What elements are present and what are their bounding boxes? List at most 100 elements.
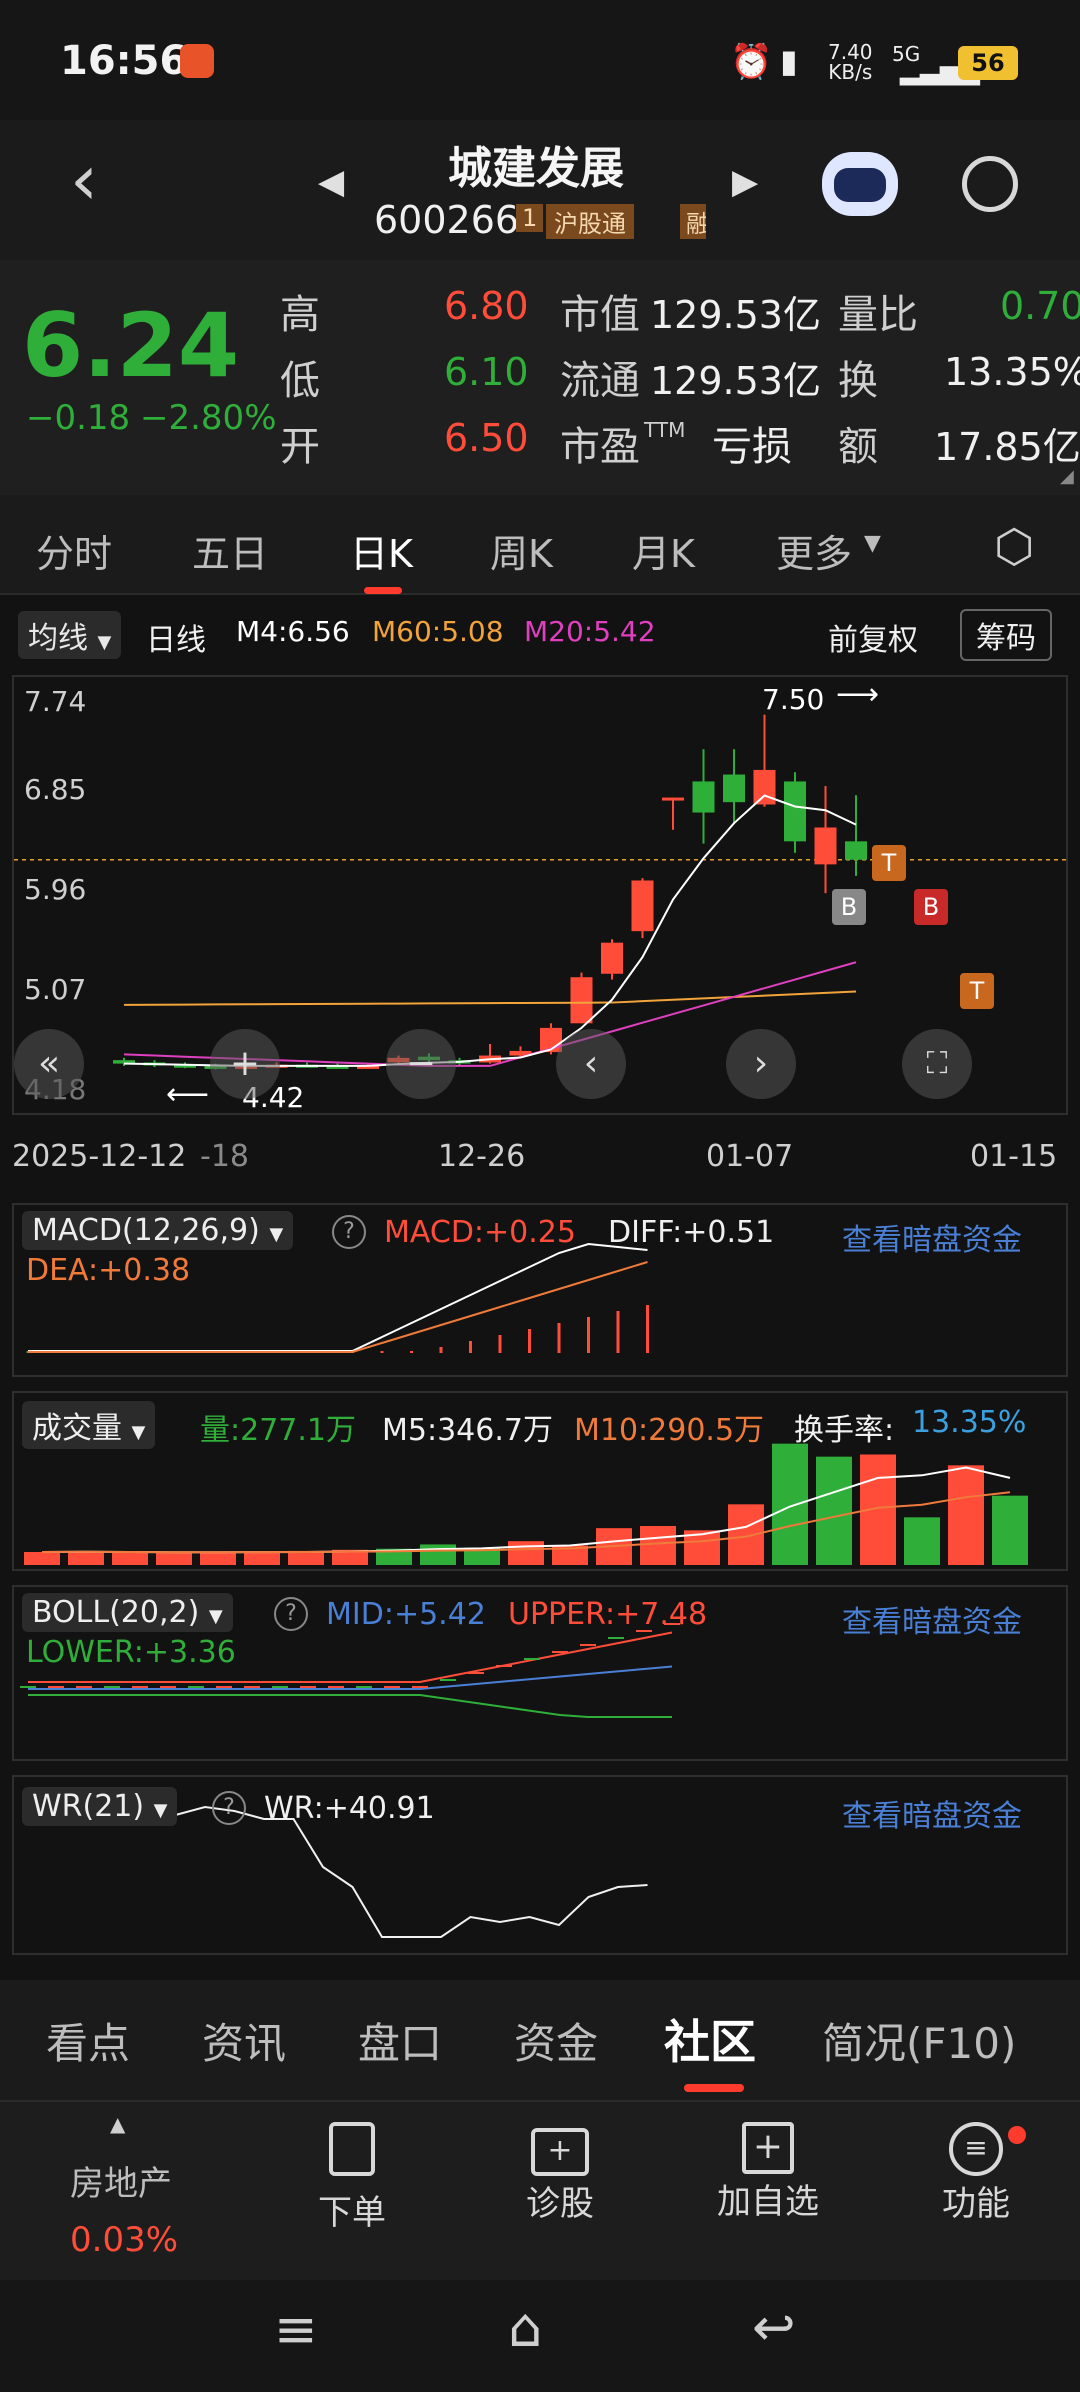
vibrate-icon: ▮ <box>780 42 798 80</box>
high-value: 6.80 <box>444 284 529 328</box>
ma-selector[interactable]: 均线 ▼ <box>18 611 122 659</box>
tab-five-day[interactable]: 五日 <box>192 523 268 578</box>
help-icon[interactable]: ? <box>274 1597 308 1631</box>
battery-icon: 56 <box>958 46 1018 80</box>
volume-bar <box>24 1552 60 1565</box>
tab-active-indicator <box>364 587 402 594</box>
sector-name[interactable]: 房地产 <box>70 2156 172 2205</box>
diagnose-button[interactable]: + 诊股 <box>480 2122 640 2225</box>
functions-button[interactable]: ≡ 功能 <box>896 2122 1056 2225</box>
notification-dot <box>1008 2126 1026 2144</box>
volume-panel[interactable]: 成交量 ▼ 量:277.1万 M5:346.7万 M10:290.5万 换手率:… <box>12 1391 1068 1571</box>
robot-assistant-icon[interactable] <box>822 152 898 216</box>
tab-daily-k[interactable]: 日K <box>350 523 413 578</box>
marker-b-2: B <box>914 889 948 925</box>
help-icon[interactable]: ? <box>212 1791 246 1825</box>
turnover-label: 换 <box>838 358 878 404</box>
wr-selector[interactable]: WR(21) ▼ <box>22 1787 178 1826</box>
stock-tag-hk-connect: 沪股通 <box>546 204 634 239</box>
tab-monthly-k[interactable]: 月K <box>632 523 695 578</box>
price-change-pct: −2.80% <box>140 398 277 438</box>
marker-t-1: T <box>872 845 906 881</box>
ma4-line <box>123 794 857 1067</box>
wr-panel[interactable]: WR(21) ▼ ? WR:+40.91 查看暗盘资金 <box>12 1775 1068 1955</box>
search-icon[interactable] <box>962 156 1018 212</box>
tab-funds[interactable]: 资金 <box>514 2010 598 2071</box>
net-speed-unit: KB/s <box>828 60 873 84</box>
tab-weekly-k[interactable]: 周K <box>490 523 553 578</box>
prev-stock-icon[interactable]: ◀ <box>318 162 344 202</box>
x-tick-2: -18 <box>200 1139 249 1174</box>
current-price: 6.24 <box>22 294 240 397</box>
legend-m20: M20:5.42 <box>524 615 656 648</box>
home-icon[interactable]: ⌂ <box>508 2296 542 2359</box>
tab-intraday[interactable]: 分时 <box>36 523 112 578</box>
candle-body <box>662 797 684 801</box>
dark-pool-link-3[interactable]: 查看暗盘资金 <box>842 1791 1022 1835</box>
volume-bar <box>244 1551 280 1565</box>
volume-bar <box>728 1504 764 1565</box>
turnover-rate-label: 换手率: <box>794 1413 895 1448</box>
fullscreen-icon[interactable]: ⛶ <box>902 1029 972 1099</box>
alarm-icon: ⏰ <box>730 42 773 82</box>
volume-ratio-value: 0.70 <box>1000 284 1080 328</box>
boll-panel[interactable]: BOLL(20,2) ▼ ? MID:+5.42 UPPER:+7.48 查看暗… <box>12 1585 1068 1761</box>
zoom-out-far-icon[interactable]: « <box>14 1029 84 1099</box>
system-nav-bar: ≡ ⌂ ↩ <box>0 2280 1080 2392</box>
scroll-right-icon[interactable]: › <box>726 1029 796 1099</box>
boll-selector[interactable]: BOLL(20,2) ▼ <box>22 1593 233 1632</box>
macd-selector[interactable]: MACD(12,26,9) ▼ <box>22 1211 294 1250</box>
zoom-in-icon[interactable]: + <box>210 1029 280 1099</box>
dark-pool-link-1[interactable]: 查看暗盘资金 <box>842 1215 1022 1259</box>
pe-label: 市盈 <box>560 424 640 470</box>
tab-profile-f10[interactable]: 简况(F10) <box>822 2010 1016 2071</box>
dark-pool-link-2[interactable]: 查看暗盘资金 <box>842 1597 1022 1641</box>
volume-selector[interactable]: 成交量 ▼ <box>22 1401 156 1449</box>
boll-name: BOLL(20,2) <box>32 1595 200 1630</box>
back-icon[interactable]: ‹ <box>70 145 98 215</box>
back-nav-icon[interactable]: ↩ <box>752 2298 796 2358</box>
add-watchlist-button[interactable]: + 加自选 <box>688 2122 848 2223</box>
kline-period: 日线 <box>146 623 206 658</box>
dea-value: DEA:+0.38 <box>26 1253 191 1288</box>
menu-icon[interactable]: ≡ <box>274 2300 318 2360</box>
chip-button[interactable]: 筹码 <box>960 609 1052 661</box>
y-tick-4: 5.07 <box>24 973 87 1006</box>
float-cap-label: 流通 <box>560 358 640 404</box>
candle-body <box>601 942 623 974</box>
macd-panel[interactable]: MACD(12,26,9) ▼ ? MACD:+0.25 DIFF:+0.51 … <box>12 1203 1068 1377</box>
boll-mid: MID:+5.42 <box>326 1597 486 1632</box>
volume-bar <box>68 1551 104 1565</box>
order-button[interactable]: 下单 <box>272 2122 432 2234</box>
order-label: 下单 <box>318 2193 386 2233</box>
amount-value: 17.85亿 <box>934 425 1080 469</box>
float-cap-value: 129.53亿 <box>650 359 821 403</box>
help-icon[interactable]: ? <box>332 1215 366 1249</box>
tab-news[interactable]: 资讯 <box>202 2010 286 2071</box>
amount-label: 额 <box>838 424 878 470</box>
price-change: −0.18 <box>26 398 131 438</box>
pe-ttm-sup: TTM <box>644 418 686 442</box>
tab-more[interactable]: 更多 <box>776 523 852 578</box>
kline-panel[interactable]: 7.74 6.85 5.96 5.07 4.18 7.50 ⟶ ⟵ 4.42 B… <box>12 675 1068 1115</box>
sector-expand-icon: ▲ <box>110 2112 126 2136</box>
tab-highlights[interactable]: 看点 <box>46 2010 130 2071</box>
zoom-out-icon[interactable]: − <box>386 1029 456 1099</box>
macd-value: MACD:+0.25 <box>384 1215 576 1250</box>
marker-t-2: T <box>960 973 994 1009</box>
tab-community[interactable]: 社区 <box>664 2006 756 2072</box>
quote-panel: 6.24 −0.18 −2.80% 高 6.80 低 6.10 开 6.50 市… <box>0 260 1080 495</box>
functions-label: 功能 <box>942 2184 1010 2224</box>
volume-bar <box>156 1553 192 1565</box>
volume-bar <box>420 1544 456 1565</box>
volume-bar <box>112 1552 148 1565</box>
settings-hexagon-icon[interactable]: ⬡ <box>994 519 1034 573</box>
volume-bar <box>948 1465 984 1565</box>
expand-corner-icon[interactable]: ◢ <box>1060 466 1074 487</box>
boll-upper: UPPER:+7.48 <box>508 1597 708 1632</box>
next-stock-icon[interactable]: ▶ <box>732 162 758 202</box>
adjust-toggle[interactable]: 前复权 <box>828 615 918 659</box>
legend-m60: M60:5.08 <box>372 615 504 648</box>
scroll-left-icon[interactable]: ‹ <box>556 1029 626 1099</box>
tab-order-book[interactable]: 盘口 <box>358 2010 442 2071</box>
